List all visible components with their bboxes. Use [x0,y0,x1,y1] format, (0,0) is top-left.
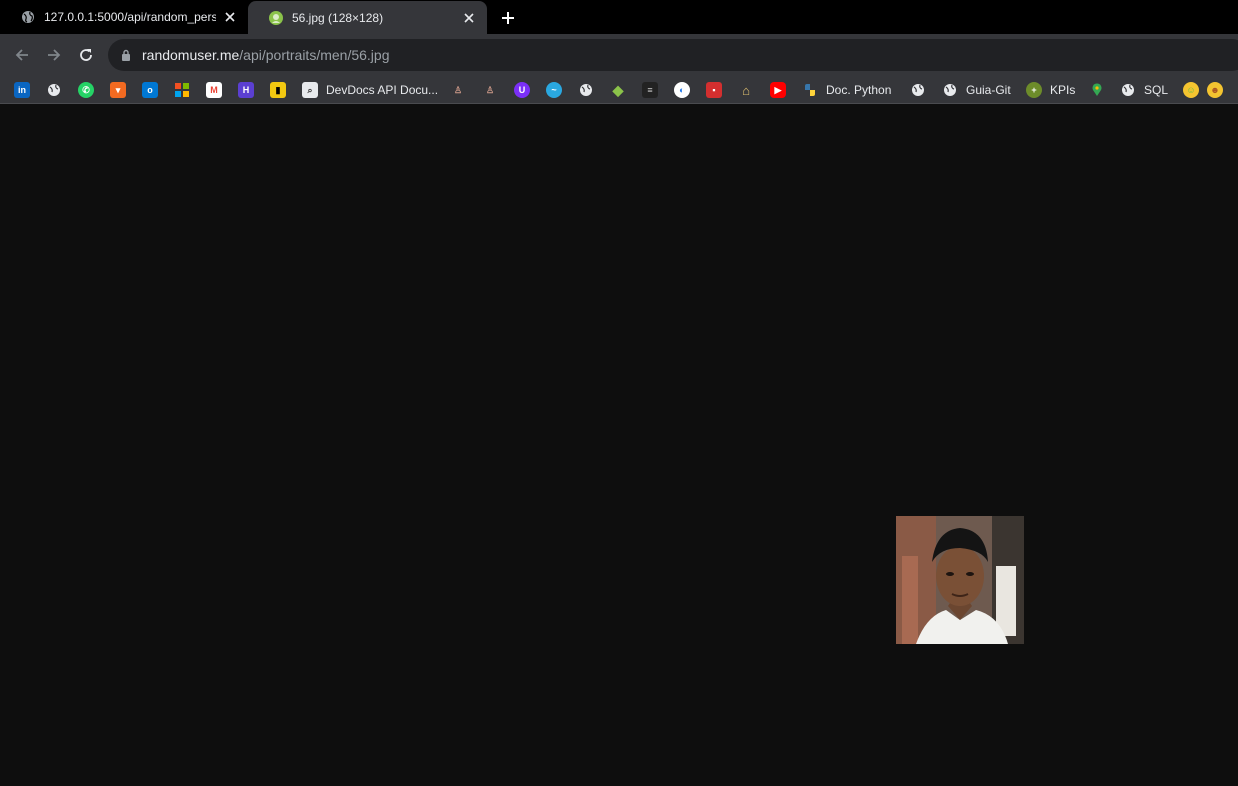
green-diamond-icon: ◆ [612,81,624,98]
globe-icon [1120,82,1136,98]
plus-icon [502,12,514,24]
blue-circle-icon: ◐ [674,82,690,98]
terminal-icon: ≡ [642,82,658,98]
image-viewer [0,105,1238,786]
tab-title: 56.jpg (128×128) [292,10,384,25]
bookmark-python[interactable]: Doc. Python [802,81,891,99]
linkedin-icon: in [14,82,30,98]
bookmark-globe-3[interactable] [910,81,926,99]
portrait-photo[interactable] [896,516,1024,644]
bookmark-h[interactable]: H [238,81,254,99]
bookmark-label: Doc. Python [826,83,892,97]
bookmark-gmail[interactable]: M [206,81,222,99]
bookmark-devdocs[interactable]: ⌕ DevDocs API Docu... [302,81,438,99]
image-tab-icon [268,10,284,26]
tab-title: 127.0.0.1:5000/api/random_person [44,10,216,24]
house-icon: ⌂ [742,82,750,98]
globe-icon [910,82,926,98]
bookmark-person-1[interactable]: ♙ [450,81,466,99]
bookmark-guia-git[interactable]: Guia-Git [942,81,1011,99]
url-path: /api/portraits/men/56.jpg [239,47,390,63]
purple-u-icon: U [514,82,530,98]
bookmark-smiley-1[interactable]: ☺ [1183,81,1199,99]
globe-icon [46,82,62,98]
bookmark-blue-circle[interactable]: ◐ [674,81,690,99]
reload-button[interactable] [74,43,98,67]
arrow-left-icon [15,49,28,61]
bookmark-whatsapp[interactable]: ✆ [78,81,94,99]
gmail-icon: M [206,82,222,98]
bookmarks-bar: in ✆ ▾ o M H ▮ ⌕ DevDocs API Docu... ♙ ♙ … [0,76,1238,104]
python-icon [802,82,818,98]
bookmark-label: Guia-Git [966,83,1011,97]
bookmark-swirl[interactable]: ~ [546,81,562,99]
red-box-icon: ▪ [706,82,722,98]
maps-pin-icon [1089,82,1105,98]
new-tab-button[interactable] [497,7,519,29]
powerbi-icon: ▮ [270,82,286,98]
url-host: randomuser.me [142,47,240,63]
bookmark-globe[interactable] [46,81,62,99]
bookmark-youtube[interactable]: ▶ [770,81,786,99]
bookmark-label: SQL [1144,83,1169,97]
youtube-icon: ▶ [770,82,786,98]
bookmark-kpis[interactable]: + KPIs [1026,81,1075,99]
bookmark-red-box[interactable]: ▪ [706,81,722,99]
bookmark-label: KPIs [1050,83,1076,97]
bookmark-house[interactable]: ⌂ [738,81,754,99]
address-bar[interactable]: randomuser.me/api/portraits/men/56.jpg [108,39,1238,71]
reload-icon [80,49,92,61]
forward-button[interactable] [42,43,66,67]
smiley-icon: ☻ [1207,82,1223,98]
tab-random-person[interactable]: 127.0.0.1:5000/api/random_person [0,0,248,34]
tab-strip: 127.0.0.1:5000/api/random_person 56.jpg … [0,0,1238,34]
bookmark-microsoft[interactable] [174,81,190,99]
bookmark-globe-2[interactable] [578,81,594,99]
bookmark-person-2[interactable]: ♙ [482,81,498,99]
bookmark-brave[interactable]: ▾ [110,81,126,99]
whatsapp-icon: ✆ [78,82,94,98]
person-icon: ♙ [485,84,495,95]
bookmark-powerbi[interactable]: ▮ [270,81,286,99]
bookmark-label: DevDocs API Docu... [326,83,439,97]
search-doc-icon: ⌕ [302,82,318,98]
green-swirl-icon: ~ [546,82,562,98]
bookmark-outlook[interactable]: o [142,81,158,99]
h-logo-icon: H [238,82,254,98]
bookmark-terminal[interactable]: ≡ [642,81,658,99]
kpi-icon: + [1026,82,1042,98]
globe-icon [942,82,958,98]
bookmark-diamond[interactable]: ◆ [610,81,626,99]
microsoft-icon [174,82,190,98]
close-icon[interactable] [461,10,477,26]
browser-toolbar: randomuser.me/api/portraits/men/56.jpg [0,34,1238,76]
outlook-icon: o [142,82,158,98]
globe-icon [20,9,36,25]
back-button[interactable] [10,43,34,67]
tab-image-56[interactable]: 56.jpg (128×128) [248,1,487,34]
person-icon: ♙ [453,84,463,95]
shield-icon: ▾ [110,82,126,98]
bookmark-smiley-2[interactable]: ☻ [1207,81,1223,99]
arrow-right-icon [48,49,61,61]
bookmark-sql[interactable]: SQL [1120,81,1168,99]
bookmark-maps[interactable] [1089,81,1105,99]
url-text: randomuser.me/api/portraits/men/56.jpg [142,47,389,63]
bookmark-linkedin[interactable]: in [14,81,30,99]
bookmark-purple[interactable]: U [514,81,530,99]
lock-icon[interactable] [120,48,132,62]
globe-icon [578,82,594,98]
close-icon[interactable] [222,9,238,25]
smiley-icon: ☺ [1183,82,1199,98]
